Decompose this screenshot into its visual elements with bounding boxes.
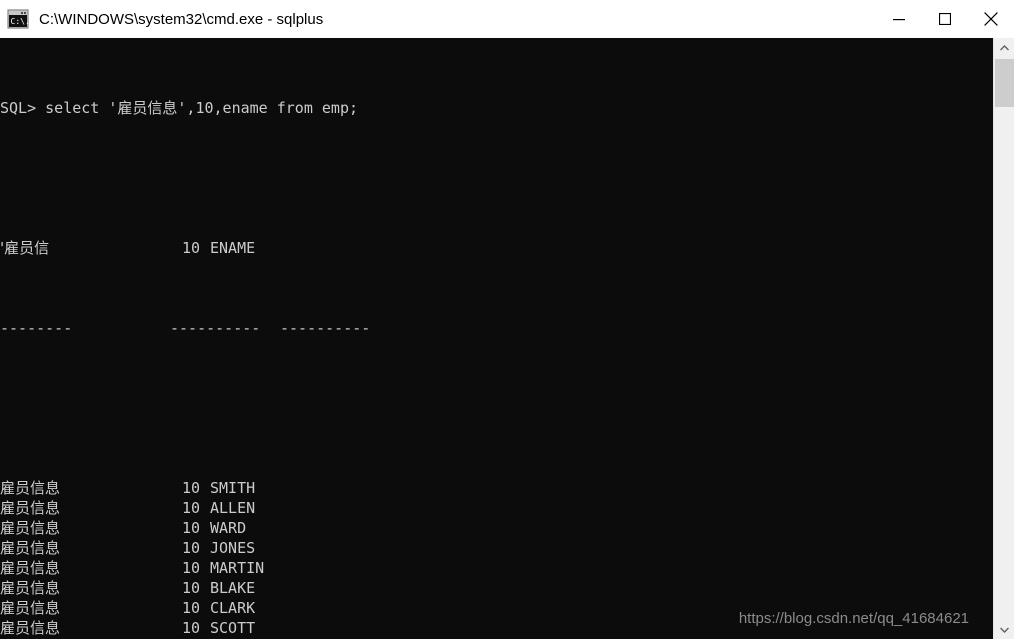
row-ename-cell: WARD [210,519,247,537]
row-number-cell: 10 [181,539,200,557]
header-column-gap [200,238,210,258]
row-literal-cell: 雇员信息 [0,499,61,517]
console-output-area[interactable]: SQL> select '雇员信息',10,ename from emp; '雇… [0,38,993,639]
blank-line-1 [0,158,480,178]
row-number-cell: 10 [181,559,200,577]
result-row: 雇员信息 10 SCOTT [0,618,480,638]
row-number-cell: 10 [181,479,200,497]
row-number-cell: 10 [181,599,200,617]
result-row: 雇员信息 10 MARTIN [0,558,480,578]
terminal-text: SQL> select '雇员信息',10,ename from emp; '雇… [0,38,480,639]
scrollbar-thumb[interactable] [995,59,1014,107]
row-literal-cell: 雇员信息 [0,559,61,577]
separator-col3: ---------- [280,319,371,337]
separator-col2: ---------- [170,319,261,337]
row-literal-cell: 雇员信息 [0,539,61,557]
row-column-gap [200,558,210,578]
row-number-cell: 10 [181,579,200,597]
result-header-row: '雇员信 10 ENAME [0,238,480,258]
row-literal-cell: 雇员信息 [0,479,61,497]
result-row: 雇员信息 10 BLAKE [0,578,480,598]
row-column-gap [200,578,210,598]
header-literal-column: '雇员信 [0,239,50,257]
blank-line-2 [0,398,480,418]
result-separator-row: -------- ---------- ---------- [0,318,480,338]
row-ename-cell: ALLEN [210,499,256,517]
separator-col1: -------- [0,319,73,337]
close-button[interactable] [968,0,1014,38]
row-literal-cell: 雇员信息 [0,619,61,637]
title-bar[interactable]: C:\. C:\WINDOWS\system32\cmd.exe - sqlpl… [0,0,1014,38]
row-column-gap [200,618,210,638]
row-literal-cell: 雇员信息 [0,579,61,597]
result-row: 雇员信息 10 WARD [0,518,480,538]
result-row: 雇员信息 10 ALLEN [0,498,480,518]
cmd-console-icon: C:\. [7,9,30,29]
window-controls [876,0,1014,38]
row-number-cell: 10 [181,619,200,637]
row-ename-cell: CLARK [210,599,256,617]
row-ename-cell: BLAKE [210,579,256,597]
result-row: 雇员信息 10 SMITH [0,478,480,498]
scroll-up-arrow-icon[interactable] [994,38,1014,57]
row-ename-cell: JONES [210,539,256,557]
row-number-cell: 10 [181,499,200,517]
result-row: 雇员信息 10 JONES [0,538,480,558]
row-column-gap [200,538,210,558]
header-ename-column: ENAME [210,239,256,257]
row-literal-cell: 雇员信息 [0,599,61,617]
vertical-scrollbar[interactable] [993,38,1014,639]
row-column-gap [200,498,210,518]
sql-prompt-line: SQL> select '雇员信息',10,ename from emp; [0,99,359,117]
maximize-button[interactable] [922,0,968,38]
row-column-gap [200,478,210,498]
window-title: C:\WINDOWS\system32\cmd.exe - sqlplus [39,10,324,28]
row-literal-cell: 雇员信息 [0,519,61,537]
row-ename-cell: SCOTT [210,619,256,637]
svg-text:C:\.: C:\. [11,17,30,26]
row-number-cell: 10 [181,519,200,537]
result-rows-container: 雇员信息 10 SMITH 雇员信息 10 ALLEN 雇员信息 10 WARD 雇员信息 1… [0,478,480,639]
minimize-button[interactable] [876,0,922,38]
result-row: 雇员信息 10 CLARK [0,598,480,618]
watermark-text: https://blog.csdn.net/qq_41684621 [738,610,969,627]
header-number-column: 10 [181,239,200,257]
row-ename-cell: MARTIN [210,559,265,577]
row-ename-cell: SMITH [210,479,256,497]
row-column-gap [200,518,210,538]
cmd-window: C:\. C:\WINDOWS\system32\cmd.exe - sqlpl… [0,0,1014,639]
row-column-gap [200,598,210,618]
scroll-down-arrow-icon[interactable] [994,620,1014,639]
